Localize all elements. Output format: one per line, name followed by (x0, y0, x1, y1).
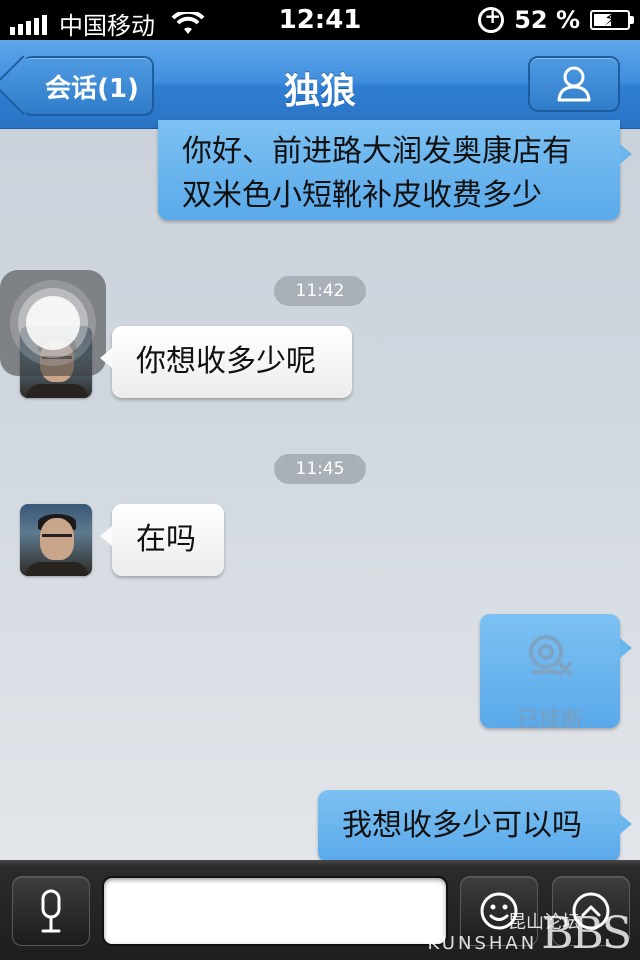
profile-button[interactable] (528, 56, 620, 112)
input-toolbar: 昆山论坛 KUNSHAN BBS (0, 860, 640, 960)
message-bubble-outgoing[interactable]: 我想收多少可以吗 (318, 790, 632, 862)
microphone-icon (41, 889, 61, 933)
watermark-logo: KUNSHAN BBS (427, 908, 632, 959)
watermark-latin: KUNSHAN (427, 933, 538, 954)
message-input[interactable] (102, 876, 448, 946)
call-ended-bubble[interactable]: 已挂断 (480, 614, 632, 733)
charging-bolt-icon: ⚡ (604, 9, 617, 30)
message-text: 我想收多少可以吗 (342, 808, 582, 843)
watermark-bbs: BBS (541, 908, 632, 959)
message-timestamp: 11:42 (274, 276, 366, 306)
webcam-hangup-icon (529, 635, 572, 676)
assistive-touch-button[interactable] (0, 270, 106, 376)
person-icon (557, 66, 591, 102)
navigation-bar: 会话(1) 独狼 (0, 40, 640, 129)
orientation-lock-icon (478, 4, 505, 33)
message-bubble-outgoing[interactable]: 你好、前进路大润发奥康店有 双米色小短靴补皮收费多少 (158, 120, 632, 220)
message-text-line: 双米色小短靴补皮收费多少 (182, 178, 542, 213)
status-bar: 中国移动 12:41 52 % ⚡ (0, 0, 640, 40)
contact-avatar[interactable] (20, 504, 92, 576)
call-status-label: 已挂断 (516, 708, 583, 733)
battery-icon: ⚡ (590, 9, 634, 30)
voice-button[interactable] (12, 876, 90, 946)
back-button-label: 会话(1) (45, 73, 139, 104)
message-bubble-incoming[interactable]: 你想收多少呢 (100, 326, 352, 398)
battery-percent: 52 % (514, 6, 580, 34)
message-bubble-incoming[interactable]: 在吗 (100, 504, 224, 576)
message-text: 在吗 (136, 522, 196, 557)
message-text-line: 你好、前进路大润发奥康店有 (182, 134, 572, 169)
message-timestamp: 11:45 (274, 454, 366, 484)
status-right: 52 % ⚡ (478, 4, 634, 34)
message-text: 你想收多少呢 (136, 344, 316, 379)
